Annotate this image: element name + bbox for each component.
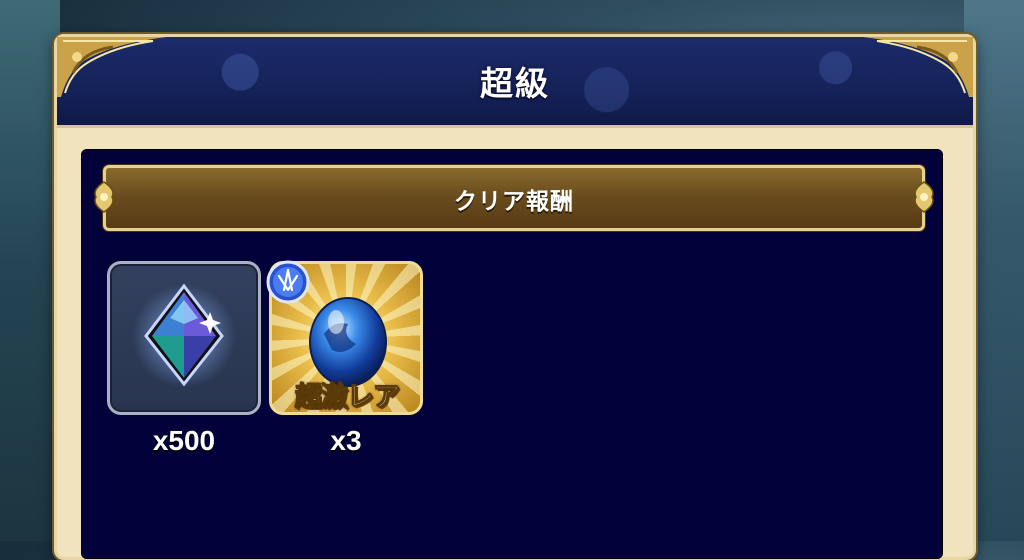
rarity-label: 超激レア	[295, 382, 401, 414]
background-left	[0, 0, 60, 541]
reward-item-egg[interactable]: 超激レア x3	[266, 260, 423, 456]
reward-item-crystal[interactable]: x500	[107, 261, 261, 456]
reward-tile	[107, 261, 261, 415]
wing-badge-icon	[266, 260, 310, 304]
dialog-title: 超級	[480, 64, 550, 103]
reward-quantity: x500	[152, 425, 216, 456]
reward-tile: 超激レア	[266, 260, 423, 415]
stage-dialog: 超級 クリア報酬 x500 超激レア x3	[54, 34, 976, 560]
rewards-section-title: クリア報酬	[454, 189, 574, 215]
rewards-section-header: クリア報酬	[94, 165, 934, 231]
reward-quantity: x3	[330, 425, 362, 456]
dialog-content: クリア報酬 x500 超激レア x3	[81, 149, 943, 559]
dialog-header: 超級	[57, 37, 973, 128]
crystal-icon	[132, 283, 236, 388]
